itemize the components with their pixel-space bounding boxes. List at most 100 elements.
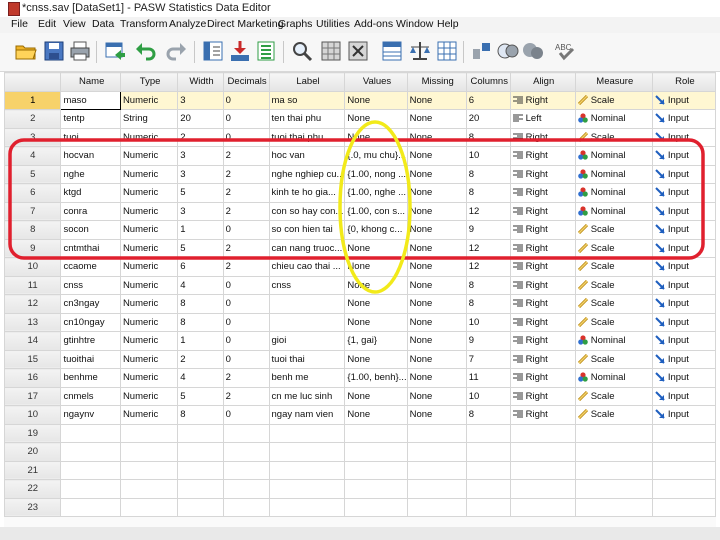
row-number[interactable]: 2 <box>3 109 62 129</box>
cell-width[interactable]: 2 <box>177 127 224 147</box>
cell-type[interactable]: Numeric <box>119 405 179 425</box>
cell-columns[interactable]: 9 <box>465 220 511 240</box>
cell-role[interactable]: Input <box>651 127 717 147</box>
cell-columns[interactable]: 6 <box>465 90 511 110</box>
cell-width[interactable]: 20 <box>177 109 224 129</box>
cell-values[interactable]: {1.00, nong ... <box>344 164 408 184</box>
cell-type[interactable]: Numeric <box>119 90 179 110</box>
cell-values[interactable]: {1.00, benh}... <box>344 368 408 388</box>
goto-variable-icon[interactable] <box>228 39 252 63</box>
cell-decimals[interactable]: 0 <box>222 405 270 425</box>
row-number[interactable]: 9 <box>3 238 62 258</box>
cell-columns[interactable]: 8 <box>465 294 511 314</box>
cell-width[interactable]: 4 <box>177 368 224 388</box>
cell-decimals[interactable]: 2 <box>222 164 270 184</box>
cell-missing[interactable] <box>406 479 467 499</box>
cell-align[interactable]: Left <box>509 109 576 129</box>
cell-label[interactable]: ngay nam vien <box>268 405 346 425</box>
cell-type[interactable]: Numeric <box>119 294 179 314</box>
cell-type[interactable]: Numeric <box>119 201 179 221</box>
open-folder-icon[interactable] <box>14 39 38 63</box>
variables-icon[interactable] <box>254 39 278 63</box>
cell-width[interactable]: 8 <box>177 312 224 332</box>
cell-type[interactable]: Numeric <box>119 386 179 406</box>
cell-decimals[interactable]: 0 <box>222 312 270 332</box>
cell-missing[interactable]: None <box>406 109 467 129</box>
cell-type[interactable]: Numeric <box>119 146 179 166</box>
cell-columns[interactable]: 12 <box>465 257 511 277</box>
cell-label[interactable]: kinh te ho gia... <box>268 183 346 203</box>
cell-measure[interactable]: Scale <box>574 275 653 295</box>
cell-decimals[interactable]: 2 <box>222 201 270 221</box>
cell-label[interactable]: ma so <box>268 90 346 110</box>
cell-align[interactable]: Right <box>509 294 576 314</box>
cell-decimals[interactable]: 0 <box>222 127 270 147</box>
cell-align[interactable]: Right <box>509 405 576 425</box>
cell-width[interactable]: 6 <box>177 257 224 277</box>
cell-columns[interactable]: 10 <box>465 312 511 332</box>
cell-label[interactable]: gioi <box>268 331 346 351</box>
cell-columns[interactable]: 9 <box>465 331 511 351</box>
cell-role[interactable]: Input <box>651 331 717 351</box>
table-row[interactable]: 11 cnss Numeric 4 0 cnss None None 8 Right Scale In… <box>3 275 717 295</box>
table-row[interactable]: 22 <box>3 479 717 499</box>
cell-align[interactable]: Right <box>509 90 576 110</box>
table-row[interactable]: 3 tuoi Numeric 2 0 tuoi thai phu None None 8 Righ… <box>3 127 717 147</box>
cell-type[interactable]: Numeric <box>119 183 179 203</box>
cell-label[interactable]: so con hien tai <box>268 220 346 240</box>
cell-missing[interactable]: None <box>406 275 467 295</box>
col-header-type[interactable]: Type <box>119 72 179 92</box>
dialog-recall-icon[interactable] <box>103 39 127 63</box>
cell-columns[interactable]: 20 <box>465 109 511 129</box>
col-header-values[interactable]: Values <box>344 72 408 92</box>
cell-decimals[interactable]: 0 <box>222 90 270 110</box>
cell-align[interactable]: Right <box>509 349 576 369</box>
cell-type[interactable] <box>119 460 179 480</box>
cell-decimals[interactable]: 2 <box>222 257 270 277</box>
cell-values[interactable] <box>344 479 408 499</box>
menu-window[interactable]: Window <box>396 18 433 30</box>
cell-measure[interactable] <box>574 497 653 517</box>
table-row[interactable]: 12 cn3ngay Numeric 8 0 None None 8 Right Scale Inp… <box>3 294 717 314</box>
cell-measure[interactable]: Nominal <box>574 146 653 166</box>
menu-data[interactable]: Data <box>92 18 114 30</box>
row-number[interactable]: 20 <box>3 442 62 462</box>
cell-label[interactable] <box>268 294 346 314</box>
cell-columns[interactable] <box>465 460 511 480</box>
cell-name[interactable]: cn10ngay <box>60 312 121 332</box>
cell-type[interactable]: Numeric <box>119 127 179 147</box>
col-header-role[interactable]: Role <box>651 72 717 92</box>
cell-missing[interactable] <box>406 497 467 517</box>
cell-type[interactable] <box>119 442 179 462</box>
row-number[interactable]: 1 <box>3 90 62 110</box>
cell-decimals[interactable]: 2 <box>222 386 270 406</box>
cell-align[interactable] <box>509 479 576 499</box>
cell-missing[interactable]: None <box>406 331 467 351</box>
cell-type[interactable] <box>119 497 179 517</box>
cell-label[interactable] <box>268 460 346 480</box>
cell-name[interactable]: ccaome <box>60 257 121 277</box>
cell-values[interactable]: None <box>344 238 408 258</box>
cell-name[interactable] <box>60 423 121 443</box>
cell-columns[interactable]: 7 <box>465 349 511 369</box>
row-number[interactable]: 15 <box>3 349 62 369</box>
row-number[interactable]: 21 <box>3 460 62 480</box>
cell-role[interactable] <box>651 497 717 517</box>
use-sets-icon[interactable] <box>496 39 520 63</box>
cell-width[interactable]: 3 <box>177 201 224 221</box>
cell-role[interactable] <box>651 423 717 443</box>
find-icon[interactable] <box>290 39 314 63</box>
cell-measure[interactable]: Nominal <box>574 201 653 221</box>
show-sets-icon[interactable] <box>521 39 545 63</box>
cell-align[interactable]: Right <box>509 368 576 388</box>
print-icon[interactable] <box>68 39 92 63</box>
cell-columns[interactable]: 8 <box>465 183 511 203</box>
cell-name[interactable]: cn3ngay <box>60 294 121 314</box>
table-row[interactable]: 6 ktgd Numeric 5 2 kinh te ho gia... {1.00, ng… <box>3 183 717 203</box>
cell-values[interactable] <box>344 497 408 517</box>
cell-type[interactable] <box>119 423 179 443</box>
cell-type[interactable]: Numeric <box>119 368 179 388</box>
row-number[interactable]: 10 <box>3 405 62 425</box>
cell-role[interactable] <box>651 460 717 480</box>
undo-icon[interactable] <box>134 39 158 63</box>
